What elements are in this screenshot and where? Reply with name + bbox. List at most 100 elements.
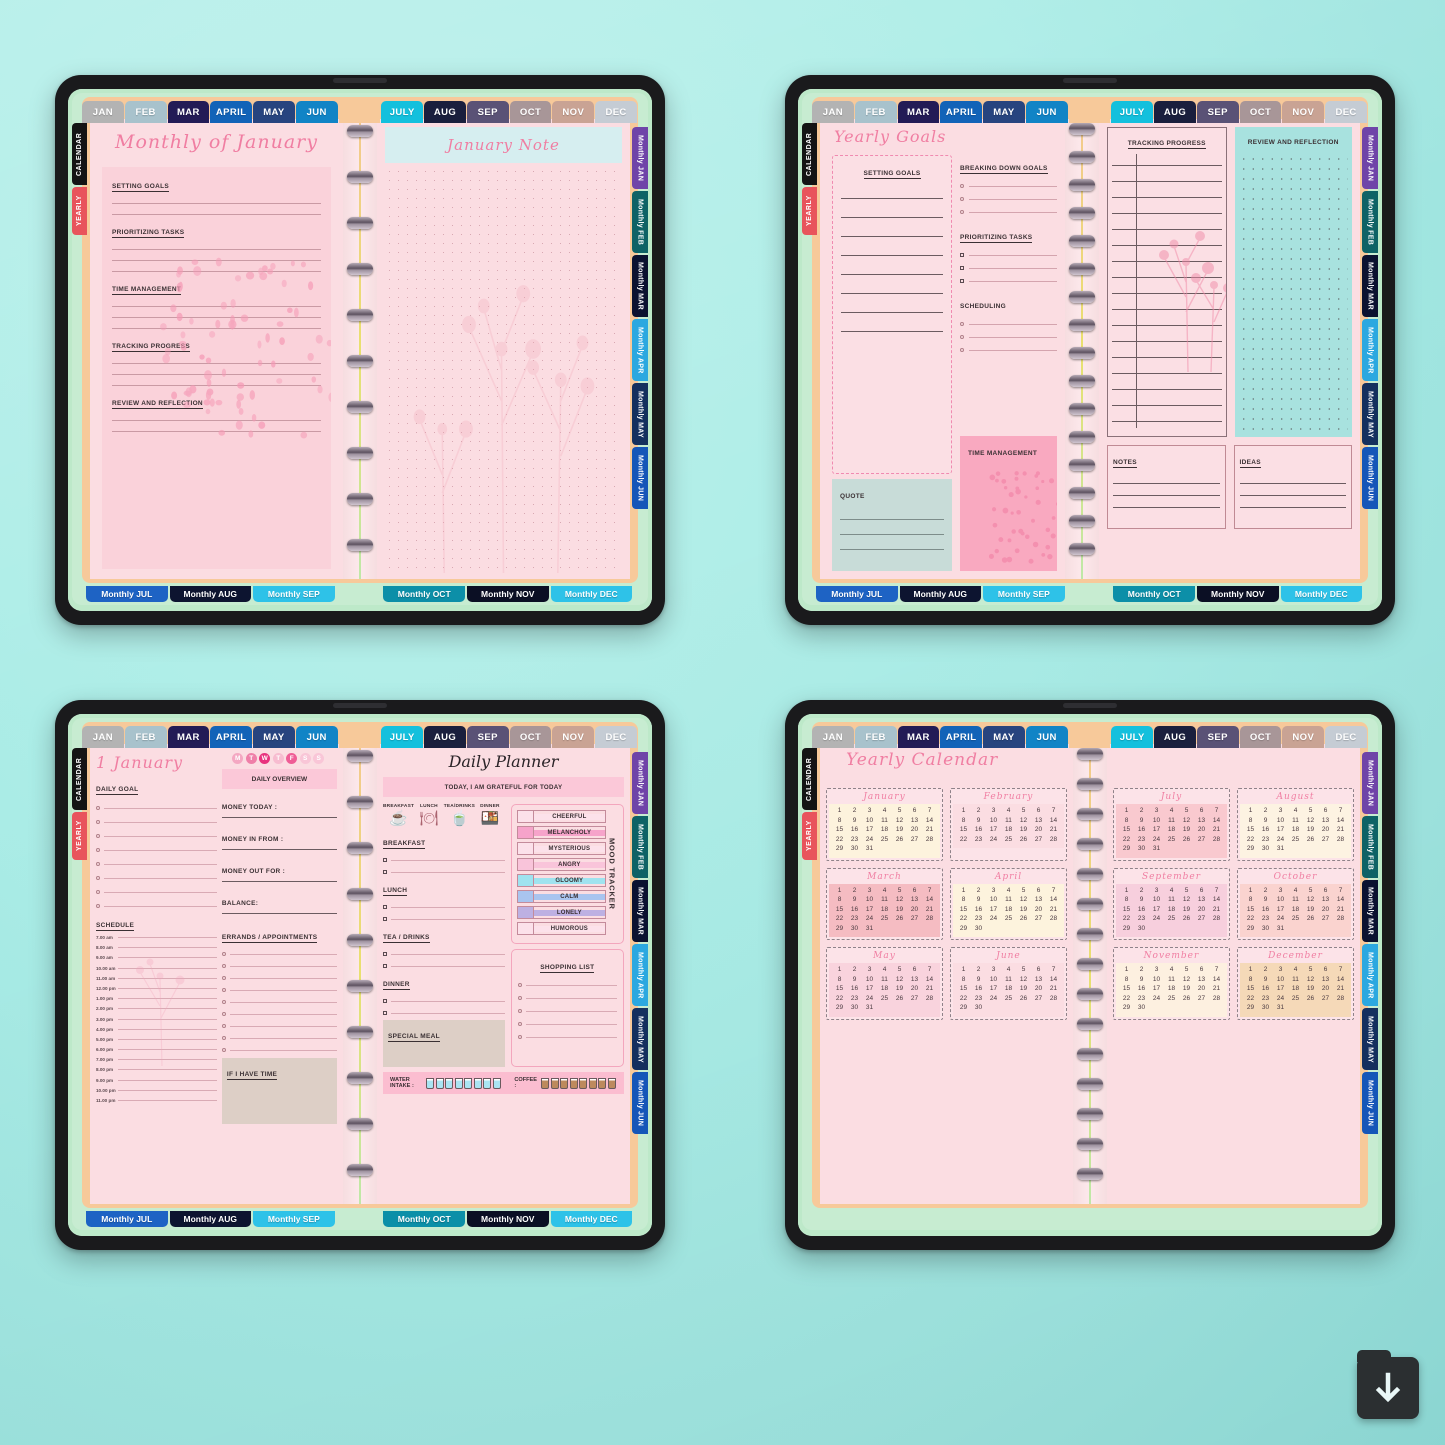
month-tab-jan[interactable]: JAN [82, 101, 124, 123]
checklist-row[interactable] [960, 197, 1057, 201]
month-tab-may[interactable]: MAY [253, 726, 295, 748]
calendar-day[interactable]: 27 [1318, 994, 1333, 1004]
calendar-day[interactable]: 10 [986, 816, 1001, 826]
month-tab-oct[interactable]: OCT [509, 726, 552, 748]
side-tab-monthly-apr[interactable]: Monthly APR [1362, 319, 1378, 381]
write-line[interactable] [112, 363, 321, 364]
write-line[interactable] [118, 1079, 217, 1081]
calendar-day[interactable]: 22 [1243, 914, 1258, 924]
calendar-day[interactable]: 3 [986, 806, 1001, 816]
calendar-day[interactable]: 27 [1318, 914, 1333, 924]
calendar-day[interactable]: 10 [1149, 816, 1164, 826]
calendar-day[interactable]: 14 [922, 816, 937, 826]
calendar-day[interactable]: 3 [1149, 886, 1164, 896]
bottom-tab-monthly-oct[interactable]: Monthly OCT [383, 586, 465, 602]
calendar-day[interactable]: 11 [877, 975, 892, 985]
mood-row-humorous[interactable]: HUMOROUS [516, 922, 606, 935]
write-line[interactable] [969, 280, 1057, 282]
month-tab-may[interactable]: MAY [253, 101, 295, 123]
calendar-day[interactable]: 29 [1243, 1003, 1258, 1013]
write-line[interactable] [1112, 405, 1222, 406]
calendar-day[interactable]: 9 [847, 816, 862, 826]
money-in-field[interactable]: MONEY IN FROM : [221, 828, 337, 850]
calendar-day[interactable]: 14 [1046, 975, 1061, 985]
prioritizing-tasks-list[interactable] [960, 253, 1057, 283]
calendar-day[interactable]: 13 [1318, 895, 1333, 905]
meal-row[interactable] [383, 917, 505, 921]
month-tab-jun[interactable]: JUN [1025, 101, 1068, 123]
calendar-day[interactable]: 24 [1273, 914, 1288, 924]
month-tab-nov[interactable]: NOV [1282, 101, 1325, 123]
gratitude-box[interactable]: TODAY, I AM GRATEFUL FOR TODAY [383, 777, 624, 797]
bullet-circle-icon[interactable] [96, 890, 100, 894]
bullet-circle-icon[interactable] [517, 1009, 522, 1013]
bottom-tab-monthly-sep[interactable]: Monthly SEP [983, 586, 1065, 602]
month-tab-jun[interactable]: JUN [295, 726, 338, 748]
mood-row-calm[interactable]: CALM [516, 890, 606, 903]
calendar-day[interactable]: 29 [832, 924, 847, 934]
calendar-day[interactable]: 24 [862, 914, 877, 924]
calendar-day[interactable]: 2 [847, 886, 862, 896]
errand-row[interactable] [221, 1000, 337, 1004]
calendar-day[interactable]: 3 [1149, 806, 1164, 816]
calendar-day[interactable]: 24 [1149, 994, 1164, 1004]
calendar-day[interactable]: 12 [1016, 816, 1031, 826]
daily-goal-row[interactable] [96, 876, 217, 880]
write-line[interactable] [229, 1049, 337, 1051]
schedule-row[interactable]: 12.00 pm [96, 986, 217, 991]
write-line[interactable] [229, 977, 337, 979]
calendar-day[interactable]: 23 [847, 835, 862, 845]
write-line[interactable] [1112, 373, 1222, 374]
calendar-day[interactable]: 12 [892, 895, 907, 905]
calendar-day[interactable]: 19 [892, 905, 907, 915]
calendar-day[interactable]: 27 [1318, 835, 1333, 845]
calendar-day[interactable]: 4 [877, 806, 892, 816]
calendar-day[interactable]: 5 [892, 886, 907, 896]
meal-row[interactable] [383, 964, 505, 968]
month-tab-sep[interactable]: SEP [466, 726, 509, 748]
daily-goal-list[interactable] [96, 806, 217, 908]
calendar-day[interactable]: 31 [1273, 844, 1288, 854]
calendar-day[interactable]: 7 [922, 806, 937, 816]
calendar-day[interactable]: 17 [1273, 984, 1288, 994]
calendar-day[interactable]: 25 [877, 994, 892, 1004]
calendar-day[interactable]: 10 [1149, 895, 1164, 905]
shopping-row[interactable] [517, 996, 617, 1000]
month-tab-nov[interactable]: NOV [1282, 726, 1325, 748]
calendar-month-august[interactable]: August 1 2 3 4 5 6 7 8 9 10 11 12 13 14 15 16 17 18 19 20 21 2… [1237, 788, 1354, 861]
calendar-day[interactable]: 20 [907, 825, 922, 835]
calendar-day[interactable]: 7 [1333, 965, 1348, 975]
calendar-day[interactable]: 14 [922, 895, 937, 905]
month-tab-mar[interactable]: MAR [167, 101, 210, 123]
write-line[interactable] [118, 937, 217, 938]
checkbox-icon[interactable] [383, 917, 387, 921]
calendar-day[interactable]: 11 [1164, 816, 1179, 826]
calendar-day[interactable]: 4 [1001, 806, 1016, 816]
calendar-day[interactable]: 8 [1243, 895, 1258, 905]
calendar-day[interactable]: 12 [1303, 816, 1318, 826]
schedule-row[interactable]: 6.00 pm [96, 1047, 217, 1052]
month-tab-nov[interactable]: NOV [552, 101, 595, 123]
schedule-row[interactable]: 9.00 am [96, 955, 217, 960]
write-line[interactable] [525, 1023, 617, 1025]
calendar-day[interactable]: 13 [1318, 975, 1333, 985]
calendar-day[interactable]: 8 [1119, 816, 1134, 826]
calendar-day[interactable]: 15 [956, 984, 971, 994]
calendar-day[interactable]: 14 [1209, 975, 1224, 985]
meal-row[interactable] [383, 999, 505, 1003]
calendar-day[interactable]: 7 [1209, 806, 1224, 816]
write-line[interactable] [118, 998, 217, 1000]
calendar-day[interactable]: 29 [956, 1003, 971, 1013]
side-tab-monthly-jan[interactable]: Monthly JAN [632, 752, 648, 814]
calendar-day[interactable]: 17 [1149, 984, 1164, 994]
write-line[interactable] [104, 807, 217, 809]
calendar-day[interactable]: 9 [1258, 975, 1273, 985]
calendar-day[interactable]: 28 [1333, 835, 1348, 845]
month-tab-feb[interactable]: FEB [854, 101, 897, 123]
bullet-circle-icon[interactable] [960, 210, 964, 214]
calendar-day[interactable]: 4 [1288, 886, 1303, 896]
month-tab-jun[interactable]: JUN [1025, 726, 1068, 748]
calendar-day[interactable]: 26 [892, 994, 907, 1004]
write-line[interactable] [229, 989, 337, 991]
meal-row[interactable] [383, 952, 505, 956]
